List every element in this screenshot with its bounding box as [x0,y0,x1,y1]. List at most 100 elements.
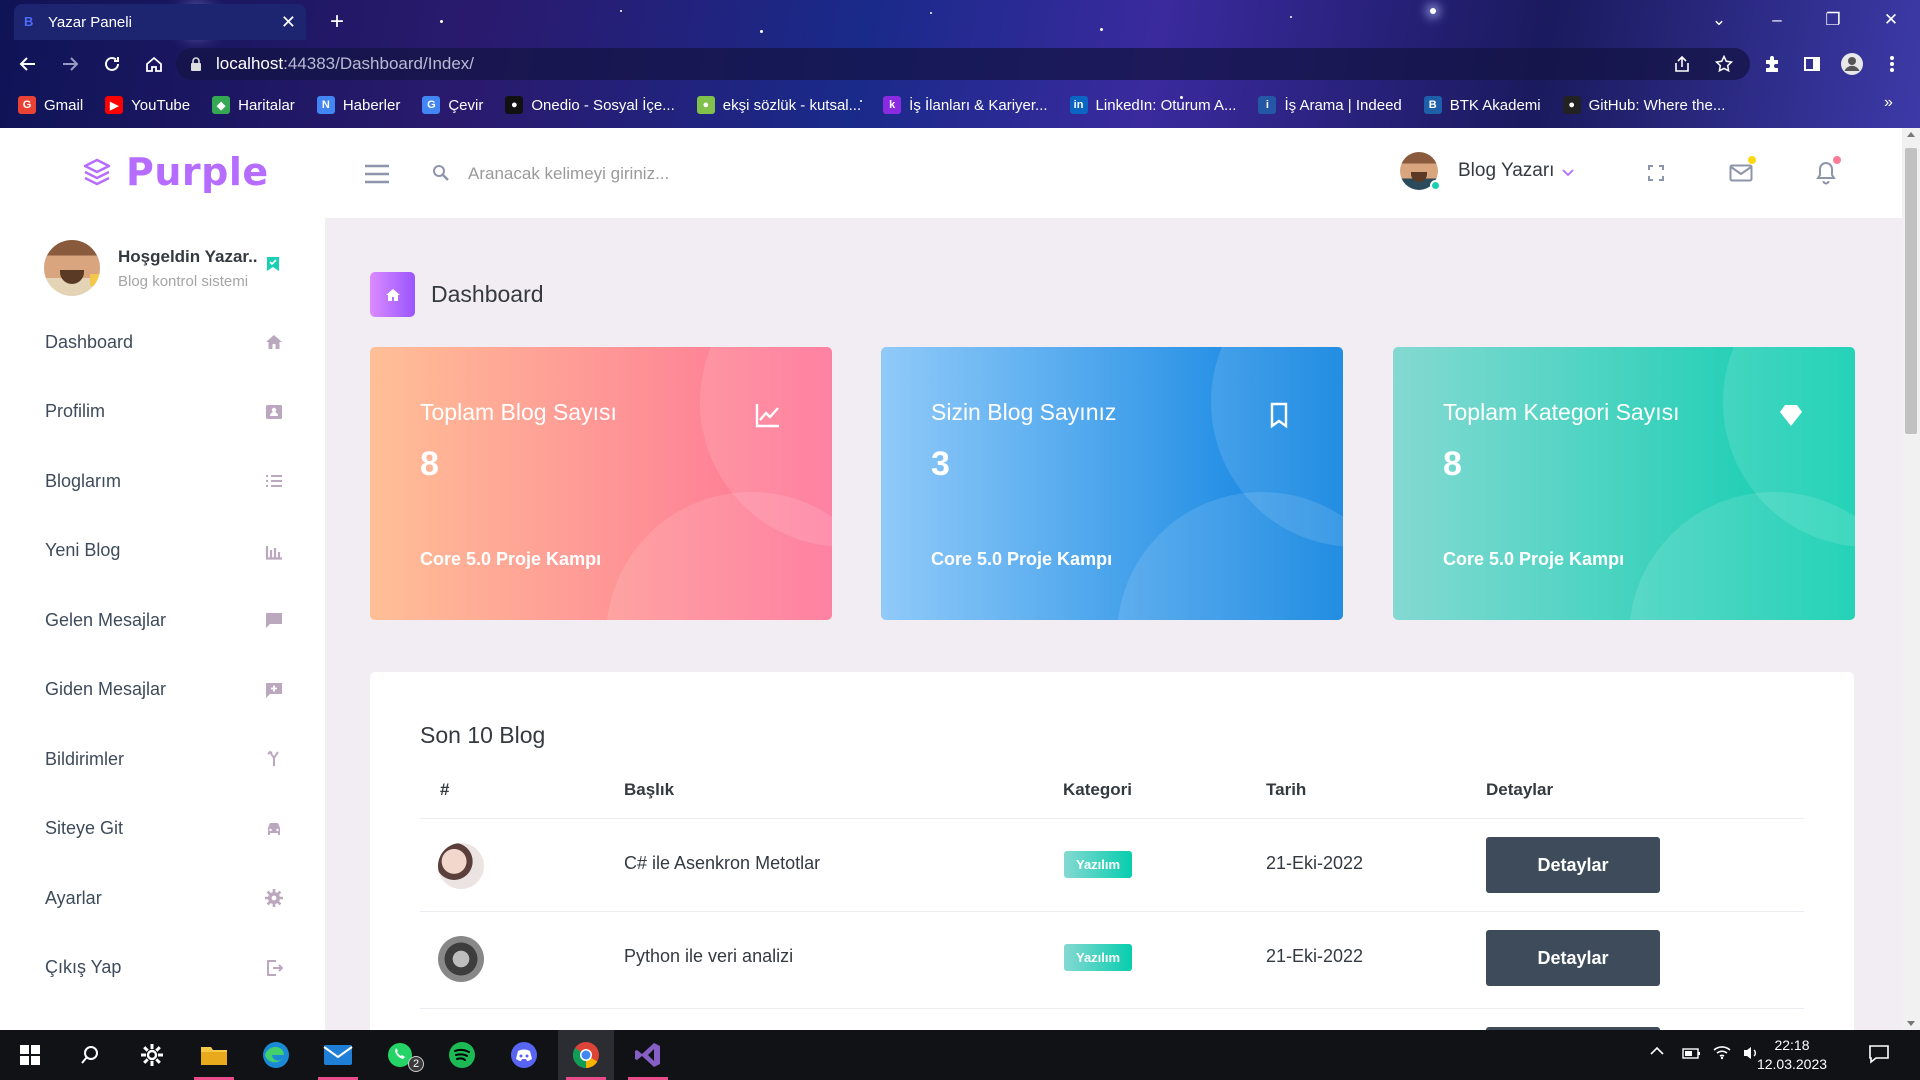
sidebar-item-çıkış-yap[interactable]: Çıkış Yap [45,948,285,988]
bookmark-item[interactable]: ● Onedio - Sosyal İçe... [505,96,675,114]
mail-notification-dot [1748,156,1756,164]
tab-search-icon[interactable]: ⌄ [1694,6,1744,34]
sidebar-item-bloglarım[interactable]: Bloglarım [45,461,285,501]
bookmark-label: YouTube [131,96,191,114]
bookmark-label: GitHub: Where the... [1588,96,1726,114]
taskbar-spotify-icon[interactable] [434,1030,490,1080]
brand-logo[interactable]: Purple [82,150,269,194]
bookmark-item[interactable]: ◆ Haritalar [212,96,295,114]
lock-icon[interactable] [190,57,202,71]
bookmark-item[interactable]: G Çevir [422,96,483,114]
browser-tab[interactable]: B Yazar Paneli ✕ [14,4,306,40]
gmail-icon: G [18,96,36,114]
forward-button[interactable] [52,46,88,82]
taskbar-clock[interactable]: 22:18 12.03.2023 [1752,1036,1832,1074]
taskbar-mail-icon[interactable] [310,1030,366,1080]
bookmark-item[interactable]: k İş İlanları & Kariyer... [883,96,1048,114]
bookmark-item[interactable]: ▶ YouTube [105,96,190,114]
details-button[interactable]: Detaylar [1486,930,1660,986]
sidebar-item-yeni-blog[interactable]: Yeni Blog [45,531,285,571]
sidebar-profile[interactable]: Hoşgeldin Yazar.. Blog kontrol sistemi [44,240,279,296]
tray-wifi-icon[interactable] [1712,1044,1732,1060]
chart-line-icon [754,401,782,429]
bookmark-item[interactable]: in LinkedIn: Oturum A... [1069,96,1236,114]
card-value: 8 [420,445,439,483]
share-icon[interactable] [1668,50,1696,78]
car-icon [263,818,285,840]
mail-icon[interactable] [1726,156,1756,188]
menu-dots-icon[interactable] [1878,50,1906,78]
back-button[interactable] [10,46,46,82]
reload-button[interactable] [94,46,130,82]
taskbar-visual-studio-icon[interactable] [620,1030,676,1080]
taskbar-discord-icon[interactable] [496,1030,552,1080]
profile-icon[interactable] [1838,50,1866,78]
bookmark-item[interactable]: G Gmail [18,96,83,114]
scroll-down-arrow-icon[interactable] [1907,1021,1915,1026]
profile-subtitle: Blog kontrol sistemi [118,272,249,290]
table-header-cell: Detaylar [1486,780,1554,799]
tab-favicon-icon: B [24,14,34,29]
more-bookmarks-icon[interactable]: » [1884,94,1893,112]
search-input[interactable] [468,158,868,190]
stat-card: Toplam Kategori Sayısı 8 Core 5.0 Proje Ka… [1393,347,1855,620]
user-dropdown[interactable]: Blog Yazarı [1400,152,1575,191]
bookmark-label: İş İlanları & Kariyer... [909,96,1048,114]
home-button[interactable] [136,46,172,82]
blog-title: C# ile Asenkron Metotlar [624,853,821,873]
tray-battery-icon[interactable] [1682,1046,1702,1060]
bookmark-item[interactable]: N Haberler [316,96,400,114]
card-value: 3 [931,445,950,483]
kariyer-icon: k [883,96,902,114]
notification-center-icon[interactable] [1868,1044,1890,1064]
sidebar-item-gelen-mesajlar[interactable]: Gelen Mesajlar [45,600,285,640]
bookmark-item[interactable]: B BTK Akademi [1423,96,1541,114]
youtube-icon: ▶ [105,96,124,114]
list-icon [263,470,285,492]
tab-close-icon[interactable]: ✕ [281,12,296,33]
bell-icon[interactable] [1811,156,1841,188]
welcome-text: Hoşgeldin Yazar.. [118,246,258,266]
bookmark-item[interactable]: i İş Arama | Indeed [1258,96,1402,114]
scroll-up-arrow-icon[interactable] [1907,132,1915,137]
scrollbar-thumb[interactable] [1905,148,1917,434]
sidebar-item-siteye-git[interactable]: Siteye Git [45,809,285,849]
table-header-cell: # [440,780,450,799]
sidebar-item-ayarlar[interactable]: Ayarlar [45,878,285,918]
side-panel-icon[interactable] [1798,50,1826,78]
bookmark-label: Haritalar [238,96,295,114]
restore-button[interactable]: ❐ [1808,6,1858,34]
message-icon [263,609,285,631]
sidebar-item-dashboard[interactable]: Dashboard [45,322,285,362]
new-tab-button[interactable]: + [322,8,352,36]
extensions-icon[interactable] [1758,50,1786,78]
close-window-button[interactable]: ✕ [1866,6,1916,34]
bookmark-item[interactable]: ● GitHub: Where the... [1562,96,1726,114]
bookmark-item[interactable]: ● ekşi sözlük - kutsal... [696,96,861,114]
minimize-button[interactable]: – [1752,6,1802,34]
page-title-home-icon [370,272,415,317]
stat-card: Sizin Blog Sayınız 3 Core 5.0 Proje Kampı [881,347,1343,620]
taskbar-search-icon[interactable] [62,1030,118,1080]
taskbar-file-explorer-icon[interactable] [186,1030,242,1080]
blog-date: 21-Eki-2022 [1266,946,1364,966]
taskbar-settings-icon[interactable] [124,1030,180,1080]
taskbar-chrome-icon[interactable] [558,1030,614,1080]
address-bar[interactable]: localhost:44383/Dashboard/Index/ [176,48,1750,80]
tray-chevron-up-icon[interactable] [1650,1046,1664,1056]
sidebar-item-label: Çıkış Yap [45,957,122,977]
sidebar-item-bildirimler[interactable]: Bildirimler [45,739,285,779]
menu-toggle-icon[interactable] [364,164,390,186]
bookmark-label: İş Arama | Indeed [1284,96,1402,114]
details-button[interactable]: Detaylar [1486,837,1660,893]
taskbar-edge-icon[interactable] [248,1030,304,1080]
news-icon: N [316,96,335,114]
recent-blogs-card: Son 10 Blog # Başlık Kategori Tarih Detaylar… [370,672,1854,1080]
fullscreen-icon[interactable] [1641,158,1671,188]
sidebar-item-profilim[interactable]: Profilim [45,392,285,432]
taskbar-whatsapp-icon[interactable]: 2 [372,1030,428,1080]
windows-start-icon[interactable] [2,1030,58,1080]
sidebar-item-giden-mesajlar[interactable]: Giden Mesajlar [45,670,285,710]
bookmark-star-icon[interactable] [1710,50,1738,78]
bookmark-label: Çevir [448,96,484,114]
